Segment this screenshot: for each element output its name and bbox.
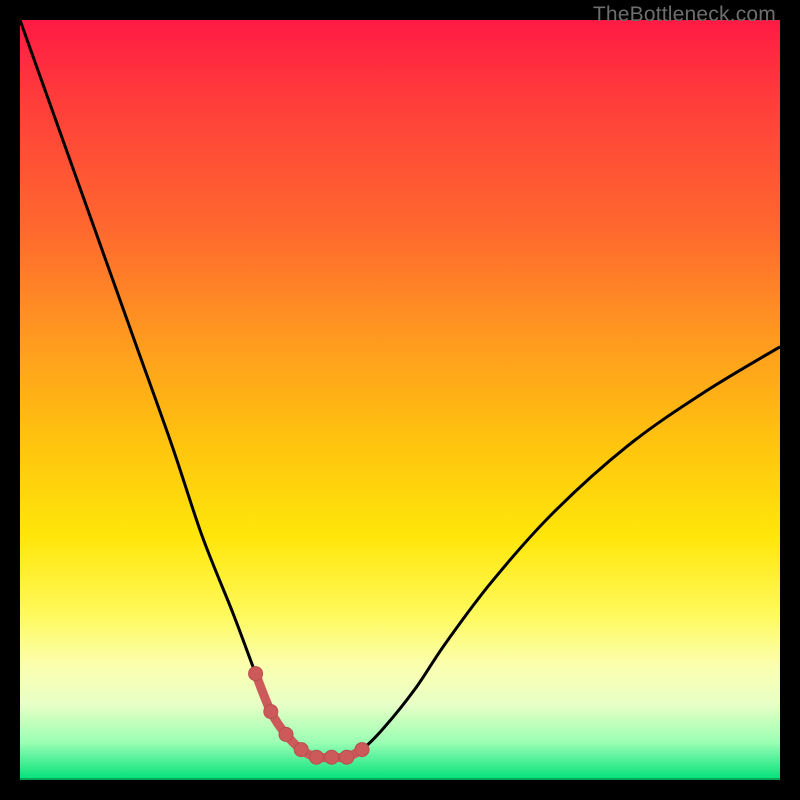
curve-layer [20, 20, 780, 780]
highlight-segment [256, 674, 362, 758]
highlight-marker [325, 750, 339, 764]
chart-frame: TheBottleneck.com [0, 0, 800, 800]
highlight-marker [249, 667, 263, 681]
highlight-marker [279, 727, 293, 741]
highlight-marker [294, 743, 308, 757]
highlight-marker [309, 750, 323, 764]
highlight-marker [264, 705, 278, 719]
bottleneck-curve [20, 20, 780, 758]
highlight-marker [355, 743, 369, 757]
baseline [20, 778, 780, 780]
plot-area [20, 20, 780, 780]
highlight-marker [340, 750, 354, 764]
highlight-markers [249, 667, 369, 765]
